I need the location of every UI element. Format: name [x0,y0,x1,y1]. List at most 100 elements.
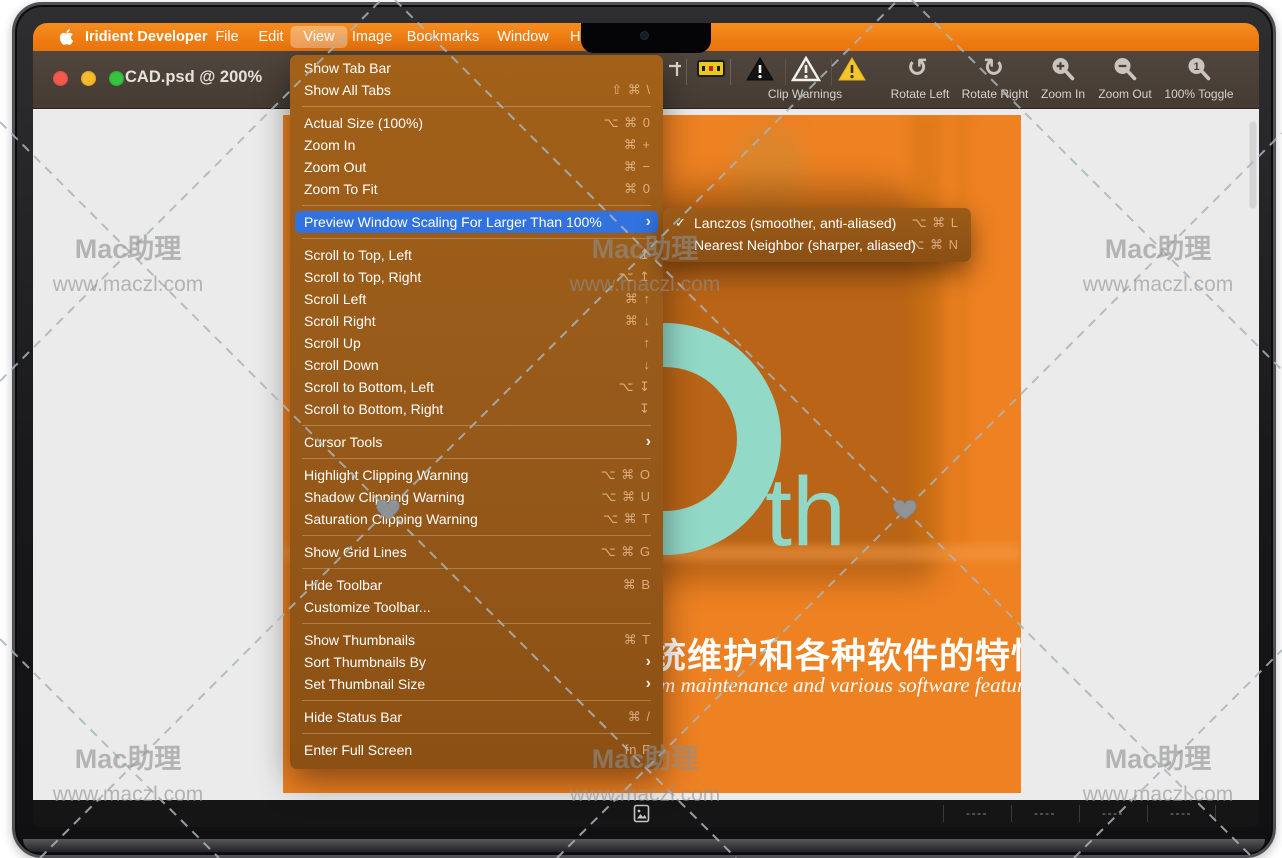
menu-item-show-tab-bar[interactable]: Show Tab Bar [295,57,658,79]
menu-item-scroll-right[interactable]: Scroll Right ⌘ ↓ [295,310,658,332]
menu-item-label: Scroll to Bottom, Left [304,376,434,398]
image-icon[interactable] [633,804,650,823]
statusbar-divider [1215,805,1216,822]
rotate-left-icon[interactable]: ↺ [907,55,928,81]
menu-item-scroll-to-top-right[interactable]: Scroll to Top, Right⌥ ↥ [295,266,658,288]
saturation-clip-warning-icon[interactable] [837,56,867,83]
submenu-item-label: Nearest Neighbor (sharper, aliased) [694,234,916,256]
anniversary-th-text: th [765,463,846,560]
menu-item-shortcut: ⇧ ⌘ \ [611,79,651,101]
menu-item-label: Cursor Tools [304,431,382,453]
submenu-chevron-icon: › [646,431,651,452]
menu-item-shortcut: ⌘ ↓ [625,310,651,332]
zoom-out-icon[interactable] [1112,56,1138,83]
menubar-item-file[interactable]: File [202,26,251,48]
vertical-scrollbar[interactable] [1250,122,1256,208]
menu-item-cursor-tools[interactable]: Cursor Tools › [295,431,658,453]
window-title: CAD.psd @ 200% [125,68,262,87]
menu-item-shortcut: ⌘ ↑ [625,288,651,310]
menu-item-label: Scroll to Bottom, Right [304,398,443,420]
submenu-item-nearest-neighbor-sharper-aliased[interactable]: Nearest Neighbor (sharper, aliased)⌥ ⌘ N [668,234,966,256]
menubar-item-window[interactable]: Window [484,26,562,48]
menu-item-shortcut: ↓ [644,354,652,376]
menu-item-label: Show Grid Lines [304,541,407,563]
menu-item-saturation-clipping-warning[interactable]: Saturation Clipping Warning⌥ ⌘ T [295,508,658,530]
macbook-frame: Iridient Developer File Edit View Image … [12,2,1276,858]
zoom-in-icon[interactable] [1050,56,1076,83]
menu-item-scroll-down[interactable]: Scroll Down ↓ [295,354,658,376]
submenu-chevron-icon: › [646,211,651,232]
menu-item-enter-full-screen[interactable]: Enter Full Screenfn F [295,739,658,761]
menubar-item-bookmarks[interactable]: Bookmarks [394,26,493,48]
rotate-right-icon[interactable]: ↻ [983,55,1004,81]
submenu-item-lanczos-smoother-anti-aliased[interactable]: ✓Lanczos (smoother, anti-aliased)⌥ ⌘ L [668,212,966,234]
menu-item-label: Saturation Clipping Warning [304,508,478,530]
menu-item-show-all-tabs[interactable]: Show All Tabs ⇧ ⌘ \ [295,79,658,101]
svg-text:1: 1 [1193,61,1199,73]
menu-item-customize-toolbar[interactable]: Customize Toolbar... [295,596,658,618]
submenu-chevron-icon: › [646,651,651,672]
menu-item-shortcut: ↥ [639,244,651,266]
screen: Iridient Developer File Edit View Image … [33,23,1259,827]
menu-item-label: Scroll Left [304,288,366,310]
menubar-item-edit[interactable]: Edit [246,26,297,48]
menubar-app-name[interactable]: Iridient Developer [85,26,207,48]
menu-item-shadow-clipping-warning[interactable]: Shadow Clipping Warning⌥ ⌘ U [295,486,658,508]
menu-item-zoom-to-fit[interactable]: Zoom To Fit⌘ 0 [295,178,658,200]
menu-item-set-thumbnail-size[interactable]: Set Thumbnail Size› [295,673,658,695]
measure-tool-icon[interactable] [697,60,725,77]
highlight-clip-warning-icon[interactable] [791,56,821,83]
menu-item-shortcut: ⌥ ↥ [619,266,652,288]
menu-item-actual-size-100[interactable]: Actual Size (100%)⌥ ⌘ 0 [295,112,658,134]
menu-item-label: Set Thumbnail Size [304,673,425,695]
close-window-button[interactable] [53,71,68,86]
menu-item-scroll-to-top-left[interactable]: Scroll to Top, Left↥ [295,244,658,266]
camera-notch [581,23,711,53]
menu-item-show-thumbnails[interactable]: Show Thumbnails⌘ T [295,629,658,651]
menu-item-show-grid-lines[interactable]: Show Grid Lines ⌥ ⌘ G [295,541,658,563]
menu-item-label: Zoom To Fit [304,178,378,200]
menu-item-scroll-to-bottom-right[interactable]: Scroll to Bottom, Right ↧ [295,398,658,420]
crop-tool-icon[interactable] [667,61,683,79]
menu-item-hide-toolbar[interactable]: Hide Toolbar⌘ B [295,574,658,596]
menu-item-scroll-left[interactable]: Scroll Left ⌘ ↑ [295,288,658,310]
menu-item-shortcut: ⌘ + [624,134,651,156]
apple-logo-icon[interactable] [59,28,74,46]
menu-item-scroll-up[interactable]: Scroll Up↑ [295,332,658,354]
menu-item-zoom-out[interactable]: Zoom Out⌘ − [295,156,658,178]
zoom-100-toggle-label[interactable]: 100% Toggle [1155,87,1243,101]
zoom-window-button[interactable] [109,71,124,86]
menu-separator [290,728,663,739]
menu-item-preview-window-scaling-for-larger-than-100[interactable]: Preview Window Scaling For Larger Than 1… [295,211,658,233]
menu-item-shortcut: ⌥ ⌘ G [601,541,651,563]
menu-separator [290,233,663,244]
submenu-item-label: Lanczos (smoother, anti-aliased) [694,212,896,234]
menu-item-scroll-to-bottom-left[interactable]: Scroll to Bottom, Left ⌥ ↧ [295,376,658,398]
zoom-out-label[interactable]: Zoom Out [1085,87,1165,101]
menu-item-shortcut: ⌘ T [624,629,651,651]
menu-item-shortcut: ⌘ − [624,156,651,178]
menu-item-shortcut: ↧ [639,398,651,420]
menu-item-sort-thumbnails-by[interactable]: Sort Thumbnails By› [295,651,658,673]
menu-item-label: Customize Toolbar... [304,596,431,618]
menu-item-shortcut: ⌥ ⌘ U [601,486,651,508]
statusbar-readout: ---- [1011,800,1079,827]
menu-item-label: Show All Tabs [304,79,391,101]
menu-item-shortcut: fn F [625,739,651,761]
shadow-clip-warning-icon[interactable] [745,56,775,83]
rotate-left-label[interactable]: Rotate Left [878,87,962,101]
menu-item-shortcut: ⌥ ↧ [619,376,652,398]
menu-item-zoom-in[interactable]: Zoom In⌘ + [295,134,658,156]
menu-separator [290,530,663,541]
menu-item-shortcut: ⌘ B [623,574,651,596]
minimize-window-button[interactable] [81,71,96,86]
menu-item-hide-status-bar[interactable]: Hide Status Bar⌘ / [295,706,658,728]
zoom-100-icon[interactable]: 1 [1186,56,1212,83]
menu-item-label: Scroll Down [304,354,379,376]
menu-item-label: Scroll Right [304,310,376,332]
menu-item-shortcut: ⌥ ⌘ 0 [604,112,651,134]
statusbar-readout: ---- [943,800,1011,827]
menu-separator [290,200,663,211]
menu-item-highlight-clipping-warning[interactable]: Highlight Clipping Warning⌥ ⌘ O [295,464,658,486]
laptop-bottom-deck [23,839,1265,852]
